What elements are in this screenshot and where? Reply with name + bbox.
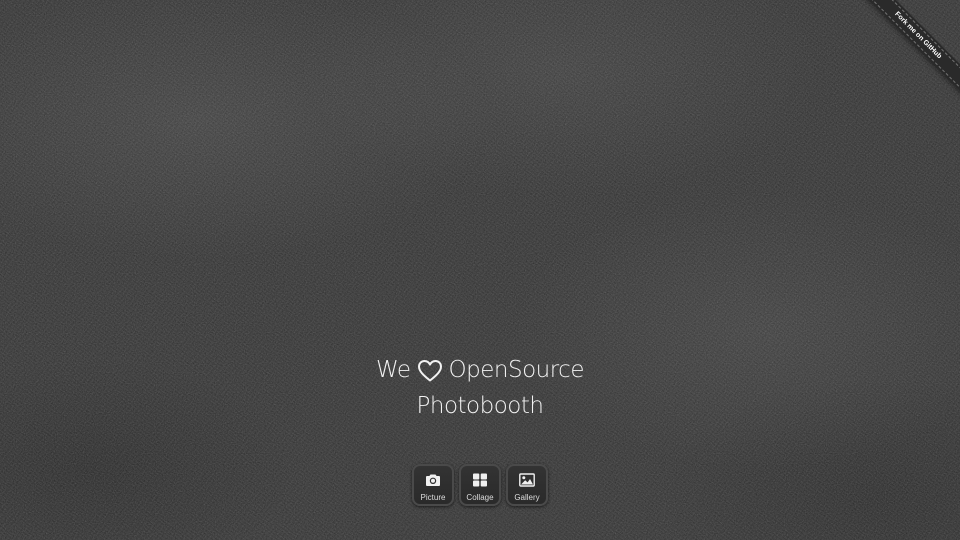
title-line-1: We OpenSource bbox=[0, 352, 960, 388]
title-line-2: Photobooth bbox=[416, 393, 544, 419]
page-title: We OpenSource Photobooth bbox=[0, 352, 960, 424]
action-buttons: Picture Collage Gallery bbox=[0, 464, 960, 506]
gallery-button-label: Gallery bbox=[514, 493, 540, 502]
camera-icon bbox=[425, 473, 441, 487]
grid-icon bbox=[472, 473, 488, 487]
fork-on-github-link[interactable]: Fork me on GitHub bbox=[856, 0, 960, 98]
title-suffix: OpenSource bbox=[448, 357, 585, 383]
title-prefix: We bbox=[376, 357, 411, 383]
gallery-button[interactable]: Gallery bbox=[506, 464, 548, 506]
picture-button-label: Picture bbox=[420, 493, 446, 502]
heart-icon bbox=[417, 358, 443, 382]
collage-button[interactable]: Collage bbox=[459, 464, 501, 506]
background-texture bbox=[0, 0, 960, 540]
collage-button-label: Collage bbox=[466, 493, 494, 502]
picture-button[interactable]: Picture bbox=[412, 464, 454, 506]
github-ribbon: Fork me on GitHub bbox=[850, 0, 960, 110]
image-icon bbox=[519, 473, 535, 487]
